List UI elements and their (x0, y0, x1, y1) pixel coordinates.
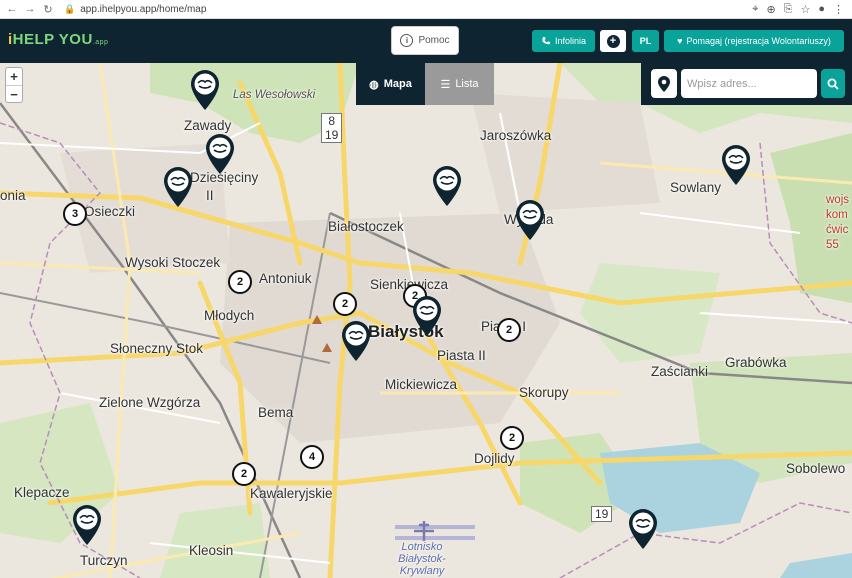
language-button[interactable]: PL (632, 30, 659, 52)
road-number: 19 (591, 506, 613, 522)
help-request-marker[interactable] (163, 166, 193, 208)
map-label: Zawady (184, 118, 232, 133)
help-request-marker[interactable] (432, 165, 462, 207)
location-icon[interactable]: ⌖ (752, 3, 758, 16)
lock-icon: 🔒 (64, 3, 76, 14)
map-label: Skorupy (519, 385, 569, 400)
add-icon[interactable]: ⊕ (766, 3, 775, 16)
address-bar[interactable]: 🔒 app.ihelpyou.app/home/map (64, 4, 206, 15)
heart-icon: ♥ (677, 36, 683, 46)
tab-list[interactable]: ☰ Lista (425, 63, 494, 105)
search-button[interactable] (821, 69, 845, 98)
logo[interactable]: iHELP YOU.app (8, 31, 108, 48)
cluster-marker[interactable]: 2 (228, 270, 252, 294)
help-request-marker[interactable] (205, 133, 235, 175)
help-request-marker[interactable] (412, 295, 442, 337)
map-label: Lotnisko Białystok-Krywlany (398, 541, 446, 577)
help-button[interactable]: i Pomoc (391, 26, 459, 55)
reload-icon[interactable]: ↻ (42, 3, 54, 16)
handshake-pin-icon (342, 321, 370, 361)
map-label: Jaroszówka (480, 128, 552, 143)
cluster-marker[interactable]: 4 (300, 445, 324, 469)
help-request-marker[interactable] (628, 508, 658, 550)
search-icon (827, 78, 839, 90)
cluster-marker[interactable]: 2 (497, 318, 521, 342)
map-label: Turczyn (80, 553, 128, 568)
translate-icon[interactable]: ⎘ (784, 3, 793, 16)
zoom-in-button[interactable]: + (6, 68, 22, 85)
map-label: Sowlany (670, 180, 722, 195)
volunteer-button[interactable]: ♥ Pomagaj (rejestracja Wolontariuszy) (664, 30, 844, 52)
url-text: app.ihelpyou.app/home/map (80, 3, 207, 15)
back-icon[interactable]: ← (6, 3, 18, 15)
map-label: II (206, 188, 214, 203)
list-icon: ☰ (440, 78, 451, 91)
menu-icon[interactable]: ⋮ (833, 3, 844, 16)
map-label: Las Wesołowski (233, 89, 316, 101)
globe-icon: ◍ (369, 78, 379, 91)
locate-button[interactable] (651, 69, 677, 98)
cluster-marker[interactable]: 2 (500, 426, 524, 450)
star-icon[interactable]: ☆ (800, 3, 810, 16)
map-label: Dojlidy (474, 451, 515, 466)
map-label: Piasta II (437, 348, 486, 363)
help-request-marker[interactable] (190, 69, 220, 111)
hotline-button[interactable]: Infolinia (532, 30, 595, 52)
forward-icon[interactable]: → (24, 3, 36, 15)
add-button[interactable]: + (600, 30, 626, 52)
help-request-marker[interactable] (72, 504, 102, 546)
app-header: iHELP YOU.app i Pomoc Infolinia + PL ♥ P… (0, 19, 852, 63)
address-input[interactable] (681, 69, 817, 98)
map-label: onia (0, 188, 26, 203)
map-label: wojs kom ćwic 55 (826, 194, 850, 251)
map-label: Młodych (204, 308, 255, 323)
handshake-pin-icon (164, 167, 192, 207)
zoom-out-button[interactable]: − (6, 85, 22, 102)
map-label: Mickiewicza (385, 377, 458, 392)
handshake-pin-icon (191, 70, 219, 110)
handshake-pin-icon (629, 509, 657, 549)
handshake-pin-icon (722, 145, 750, 185)
profile-icon[interactable]: ● (818, 3, 825, 16)
phone-icon (542, 37, 550, 45)
map-label: Kleosin (189, 543, 234, 558)
handshake-pin-icon (516, 200, 544, 240)
map-label: Słoneczny Stok (110, 341, 204, 356)
plus-icon: + (606, 34, 620, 48)
map-label: Białostoczek (328, 219, 404, 234)
address-search (641, 63, 852, 105)
browser-toolbar: ← → ↻ 🔒 app.ihelpyou.app/home/map ⌖ ⊕ ⎘ … (0, 0, 852, 19)
cluster-marker[interactable]: 2 (333, 292, 357, 316)
handshake-pin-icon (206, 134, 234, 174)
tab-map[interactable]: ◍ Mapa (356, 63, 425, 105)
map-label: Zaścianki (651, 364, 709, 379)
map-label: Sobolewo (786, 461, 846, 476)
info-icon: i (400, 34, 414, 47)
zoom-control: + − (5, 67, 23, 103)
map-label: Klepacze (14, 485, 70, 500)
handshake-pin-icon (413, 296, 441, 336)
map-label: Grabówka (725, 355, 787, 370)
map-label: Kawaleryjskie (250, 486, 333, 501)
help-request-marker[interactable] (341, 320, 371, 362)
handshake-pin-icon (433, 166, 461, 206)
map-label: Osieczki (84, 204, 136, 219)
map-label: Wysoki Stoczek (125, 255, 221, 270)
help-request-marker[interactable] (515, 199, 545, 241)
road-number: 8 19 (321, 113, 343, 143)
help-request-marker[interactable] (721, 144, 751, 186)
map-view[interactable]: + − Las Wesołowski Zawady Dziesięciny II… (0, 63, 852, 578)
map-label: Antoniuk (259, 271, 312, 286)
map-label: Zielone Wzgórza (99, 395, 201, 410)
cluster-marker[interactable]: 2 (232, 462, 256, 486)
map-label: Bema (258, 405, 294, 420)
view-switcher: ◍ Mapa ☰ Lista (356, 63, 494, 105)
cluster-marker[interactable]: 3 (63, 202, 87, 226)
handshake-pin-icon (73, 505, 101, 545)
location-pin-icon (658, 75, 670, 92)
